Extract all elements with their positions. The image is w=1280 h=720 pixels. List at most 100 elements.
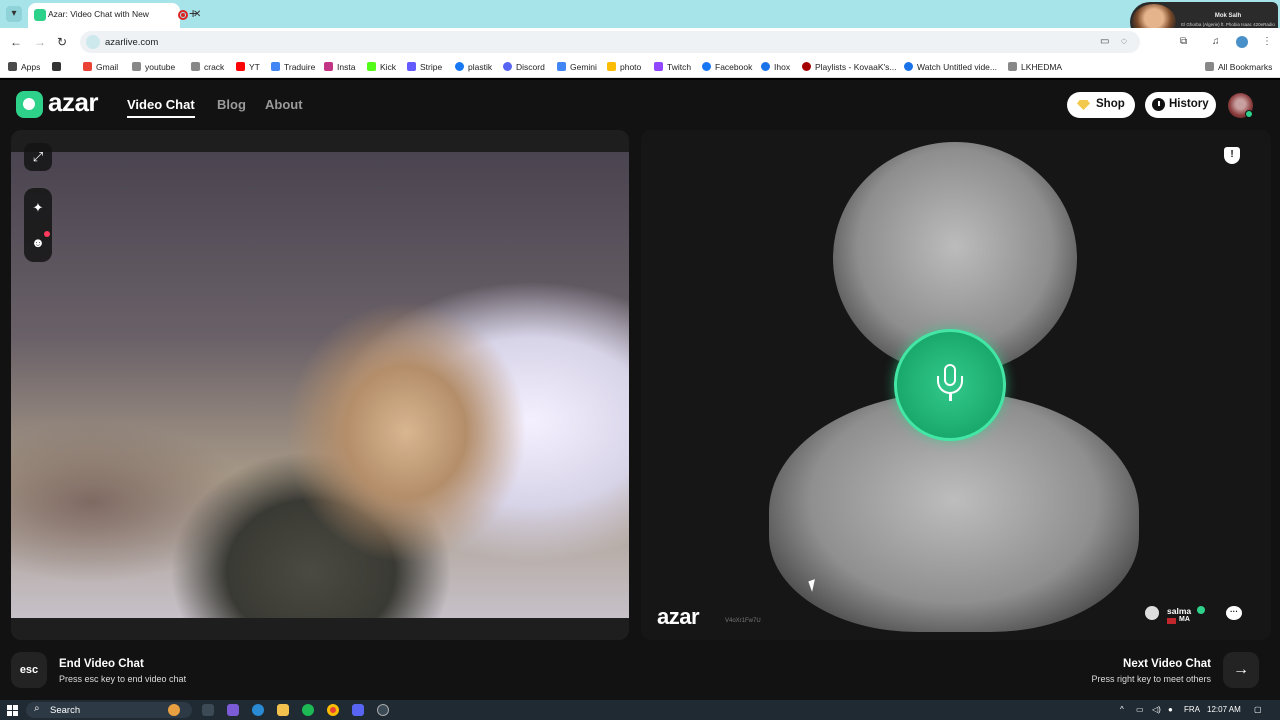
- azar-logo-text[interactable]: azar: [48, 87, 99, 118]
- next-chat-arrow-icon[interactable]: →: [1223, 652, 1259, 688]
- all-bookmarks[interactable]: All Bookmarks: [1205, 62, 1272, 72]
- end-chat-key-button[interactable]: esc: [11, 652, 47, 688]
- app-circle-icon[interactable]: [377, 704, 389, 716]
- bookmark-stripe[interactable]: Stripe: [407, 62, 442, 72]
- file-explorer-icon[interactable]: [277, 704, 289, 716]
- report-shield-icon[interactable]: !: [1224, 147, 1240, 164]
- gemini-icon: [557, 62, 566, 71]
- bookmark-lkhedma[interactable]: LKHEDMA: [1008, 62, 1062, 72]
- bookmark-playlists[interactable]: Playlists - KovaaK's...: [802, 62, 896, 72]
- clock-icon: [1152, 98, 1165, 111]
- forward-arrow-icon[interactable]: →: [34, 35, 46, 49]
- tab-title: Azar: Video Chat with New: [48, 9, 149, 19]
- app-purple-icon[interactable]: [227, 704, 239, 716]
- end-chat-title[interactable]: End Video Chat: [59, 658, 144, 670]
- bookmark-gemini[interactable]: Gemini: [557, 62, 597, 72]
- profile-avatar-icon[interactable]: [1236, 36, 1248, 48]
- chrome-icon[interactable]: [327, 704, 339, 716]
- twitch-icon: [654, 62, 663, 71]
- discord-icon: [503, 62, 512, 71]
- link-icon: [904, 62, 913, 71]
- url-text[interactable]: azarlive.com: [105, 37, 158, 48]
- gem-icon: [1077, 100, 1090, 110]
- clock-time[interactable]: 12:07 AM: [1207, 705, 1241, 714]
- bookmark-gmail[interactable]: Gmail: [83, 62, 118, 72]
- gmail-icon: [83, 62, 92, 71]
- browser-tab-strip: ▾ Azar: Video Chat with New ✕ +: [0, 0, 1280, 28]
- address-bar[interactable]: [80, 31, 1140, 53]
- instagram-icon: [324, 62, 333, 71]
- reload-icon[interactable]: ↻: [57, 35, 67, 49]
- eye-off-icon[interactable]: ◌: [1121, 36, 1127, 47]
- bookmark-grid[interactable]: [52, 62, 65, 72]
- nav-about[interactable]: About: [265, 97, 303, 112]
- spotify-icon[interactable]: [302, 704, 314, 716]
- bookmark-youtube[interactable]: youtube: [132, 62, 175, 72]
- link-icon: [761, 62, 770, 71]
- chat-bubble-icon[interactable]: ···: [1226, 606, 1242, 620]
- taskbar-search-text[interactable]: Search: [50, 705, 80, 716]
- windows-start-icon[interactable]: [7, 705, 18, 716]
- browser-tab-active[interactable]: Azar: Video Chat with New ✕: [28, 3, 201, 28]
- menu-kebab-icon[interactable]: ⋮: [1262, 36, 1272, 47]
- media-subtitle: El Ghorba (Algerie) ft. Phobia Isaac 420…: [1181, 22, 1275, 27]
- history-button[interactable]: History: [1145, 92, 1216, 118]
- nav-blog[interactable]: Blog: [217, 97, 246, 112]
- bookmark-discord[interactable]: Discord: [503, 62, 545, 72]
- peer-watermark-logo: azar: [657, 604, 700, 629]
- next-chat-hint: Press right key to meet others: [1091, 674, 1211, 684]
- discord-taskbar-icon[interactable]: [352, 704, 364, 716]
- shop-label: Shop: [1096, 98, 1125, 110]
- bookmark-kick[interactable]: Kick: [367, 62, 396, 72]
- tray-overflow-icon[interactable]: ^: [1120, 705, 1124, 714]
- voice-only-mic-icon: [894, 329, 1006, 441]
- bookmark-photo[interactable]: photo: [607, 62, 641, 72]
- notification-dot: [44, 231, 50, 237]
- avatar-badge-icon: [1245, 110, 1253, 118]
- bookmark-watch-untitled[interactable]: Watch Untitled vide...: [904, 62, 997, 72]
- shop-button[interactable]: Shop: [1067, 92, 1135, 118]
- bookmark-plastik[interactable]: plastik: [455, 62, 492, 72]
- edge-icon[interactable]: [252, 704, 264, 716]
- volume-icon[interactable]: ◁): [1152, 705, 1161, 714]
- bookmark-crack[interactable]: crack: [191, 62, 224, 72]
- nav-video-chat[interactable]: Video Chat: [127, 97, 195, 112]
- folder-icon: [1205, 62, 1214, 71]
- notification-center-icon[interactable]: ▢: [1254, 705, 1262, 714]
- cast-icon[interactable]: ▭: [1100, 36, 1109, 47]
- tab-search-button[interactable]: ▾: [6, 6, 22, 22]
- peer-name[interactable]: salma: [1167, 606, 1191, 616]
- folder-icon: [1008, 62, 1017, 71]
- azar-logo-icon[interactable]: [16, 91, 43, 118]
- task-view-icon[interactable]: [202, 704, 214, 716]
- facebook-icon: [702, 62, 711, 71]
- next-chat-title[interactable]: Next Video Chat: [1123, 658, 1211, 670]
- folder-icon: [132, 62, 141, 71]
- bookmark-yt[interactable]: YT: [236, 62, 260, 72]
- back-arrow-icon[interactable]: ←: [10, 35, 22, 49]
- new-tab-button[interactable]: +: [189, 5, 197, 21]
- microphone-icon[interactable]: ●: [1168, 705, 1173, 714]
- facebook-icon: [455, 62, 464, 71]
- media-control-icon[interactable]: ♫: [1212, 36, 1220, 47]
- search-highlight-icon[interactable]: [168, 704, 180, 716]
- extensions-icon[interactable]: ⧉: [1180, 36, 1187, 47]
- site-info-icon[interactable]: [86, 35, 100, 49]
- network-icon[interactable]: ▭: [1136, 705, 1144, 714]
- apps-grid-icon: [8, 62, 17, 71]
- bookmark-insta[interactable]: Insta: [324, 62, 355, 72]
- bookmark-twitch[interactable]: Twitch: [654, 62, 691, 72]
- my-video-panel: [11, 130, 629, 640]
- bookmark-ihox[interactable]: Ihox: [761, 62, 790, 72]
- peer-video-panel: ! azar V4oXr1Fw7U salma MA ···: [641, 130, 1271, 640]
- sparkle-effects-icon[interactable]: ✦: [24, 194, 52, 222]
- bookmark-traduire[interactable]: Traduire: [271, 62, 315, 72]
- user-icon: [1145, 606, 1159, 620]
- azar-page: azar Video Chat Blog About Shop History …: [0, 80, 1280, 700]
- expand-icon[interactable]: ⤢: [24, 143, 52, 171]
- translate-icon: [271, 62, 280, 71]
- bookmark-facebook[interactable]: Facebook: [702, 62, 752, 72]
- windows-taskbar: ⌕ Search ^ ▭ ◁) ● FRA 12:07 AM ▢: [0, 700, 1280, 720]
- bookmark-apps[interactable]: Apps: [8, 62, 40, 72]
- language-indicator[interactable]: FRA: [1184, 705, 1200, 714]
